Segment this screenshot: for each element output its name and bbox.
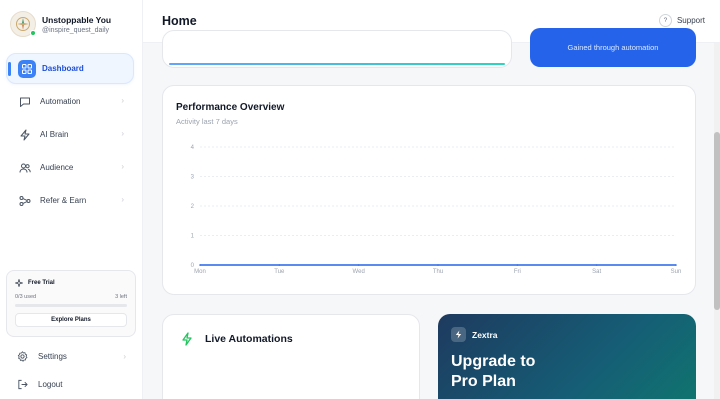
help-circle-icon: ? bbox=[658, 14, 672, 27]
account-profile[interactable]: Unstoppable You @inspire_quest_daily bbox=[10, 9, 138, 39]
data-point[interactable] bbox=[199, 264, 201, 266]
share-icon bbox=[17, 193, 32, 208]
avatar bbox=[10, 11, 36, 37]
support-label: Support bbox=[676, 16, 705, 25]
upgrade-card[interactable]: Zextra Upgrade to Pro Plan bbox=[438, 314, 696, 399]
logout-icon bbox=[17, 378, 29, 390]
grid-icon bbox=[18, 59, 36, 78]
logout-button[interactable]: Logout bbox=[17, 378, 129, 390]
x-tick-label: Sat bbox=[592, 269, 601, 275]
users-icon bbox=[17, 160, 32, 175]
sidebar-item-label: Automation bbox=[40, 97, 81, 106]
trial-used-count: 0/3 used bbox=[15, 294, 37, 300]
gear-icon bbox=[17, 350, 29, 362]
y-tick-label: 1 bbox=[191, 234, 195, 240]
explore-plans-button[interactable]: Explore Plans bbox=[15, 313, 127, 327]
bolt-icon bbox=[451, 327, 466, 342]
chevron-right-icon: › bbox=[123, 351, 126, 361]
online-status-dot bbox=[30, 30, 36, 36]
data-point[interactable] bbox=[516, 264, 519, 266]
sidebar-item-automation[interactable]: Automation › bbox=[6, 86, 134, 117]
x-tick-label: Fri bbox=[514, 269, 521, 275]
stats-card bbox=[162, 30, 512, 68]
performance-overview-card: Performance Overview Activity last 7 day… bbox=[162, 85, 696, 295]
account-name: Unstoppable You bbox=[42, 14, 112, 25]
data-point[interactable] bbox=[437, 264, 439, 266]
automation-stats-card: Gained through automation bbox=[530, 28, 696, 67]
upgrade-headline: Upgrade to Pro Plan bbox=[451, 352, 651, 392]
x-tick-label: Tue bbox=[274, 269, 285, 275]
chat-icon bbox=[17, 94, 32, 109]
chevron-right-icon: › bbox=[121, 195, 124, 204]
card-title: Live Automations bbox=[205, 333, 293, 345]
sidebar-item-ai-brain[interactable]: AI Brain › bbox=[6, 119, 134, 150]
sidebar-item-label: AI Brain bbox=[40, 130, 69, 139]
brand-name: Zextra bbox=[472, 329, 498, 340]
sparkle-icon bbox=[15, 278, 24, 287]
chevron-right-icon: › bbox=[121, 129, 124, 138]
sidebar: Unstoppable You @inspire_quest_daily Das… bbox=[0, 0, 143, 399]
sidebar-item-dashboard[interactable]: Dashboard bbox=[6, 53, 134, 84]
logout-label: Logout bbox=[38, 379, 63, 389]
y-tick-label: 2 bbox=[191, 204, 195, 210]
x-tick-label: Sun bbox=[671, 269, 682, 275]
support-button[interactable]: ? Support bbox=[658, 14, 705, 27]
chevron-right-icon: › bbox=[121, 162, 124, 171]
page-scrollbar-thumb[interactable] bbox=[714, 132, 720, 310]
y-tick-label: 3 bbox=[191, 175, 195, 181]
compass-logo-icon bbox=[16, 17, 30, 31]
sidebar-item-label: Dashboard bbox=[42, 64, 84, 73]
upgrade-headline-line1: Upgrade to bbox=[451, 353, 536, 370]
sidebar-item-refer-earn[interactable]: Refer & Earn › bbox=[6, 185, 134, 216]
trial-title: Free Trial bbox=[28, 279, 55, 286]
bolt-icon bbox=[182, 332, 192, 346]
y-tick-label: 4 bbox=[191, 145, 195, 151]
upgrade-headline-line2: Pro Plan bbox=[451, 373, 516, 390]
data-point[interactable] bbox=[595, 264, 598, 266]
sidebar-item-label: Refer & Earn bbox=[40, 196, 87, 205]
trial-progress-bar bbox=[15, 304, 127, 307]
automation-caption: Gained through automation bbox=[567, 43, 659, 52]
account-handle: @inspire_quest_daily bbox=[42, 26, 110, 34]
gradient-accent-bar bbox=[169, 63, 505, 65]
data-point[interactable] bbox=[675, 264, 677, 266]
trial-left-count: 3 left bbox=[115, 294, 127, 300]
x-tick-label: Mon bbox=[194, 269, 206, 275]
sidebar-item-settings[interactable]: Settings › bbox=[17, 350, 129, 362]
live-automations-card: Live Automations bbox=[162, 314, 420, 399]
sidebar-nav: Dashboard Automation › AI Brain › Audien… bbox=[6, 53, 134, 218]
x-tick-label: Thu bbox=[433, 269, 443, 275]
data-point[interactable] bbox=[357, 264, 360, 266]
free-trial-card: Free Trial 0/3 used 3 left Explore Plans bbox=[6, 270, 136, 337]
chevron-right-icon: › bbox=[121, 96, 124, 105]
sidebar-item-audience[interactable]: Audience › bbox=[6, 152, 134, 183]
x-tick-label: Wed bbox=[353, 269, 365, 275]
sidebar-item-label: Audience bbox=[40, 163, 74, 172]
bolt-icon bbox=[17, 127, 32, 142]
data-point[interactable] bbox=[278, 264, 281, 266]
page-title: Home bbox=[162, 14, 197, 28]
activity-line-chart: 01234Mon Tue Wed Thu Fri Sat Sun bbox=[191, 145, 682, 275]
settings-label: Settings bbox=[38, 351, 67, 361]
